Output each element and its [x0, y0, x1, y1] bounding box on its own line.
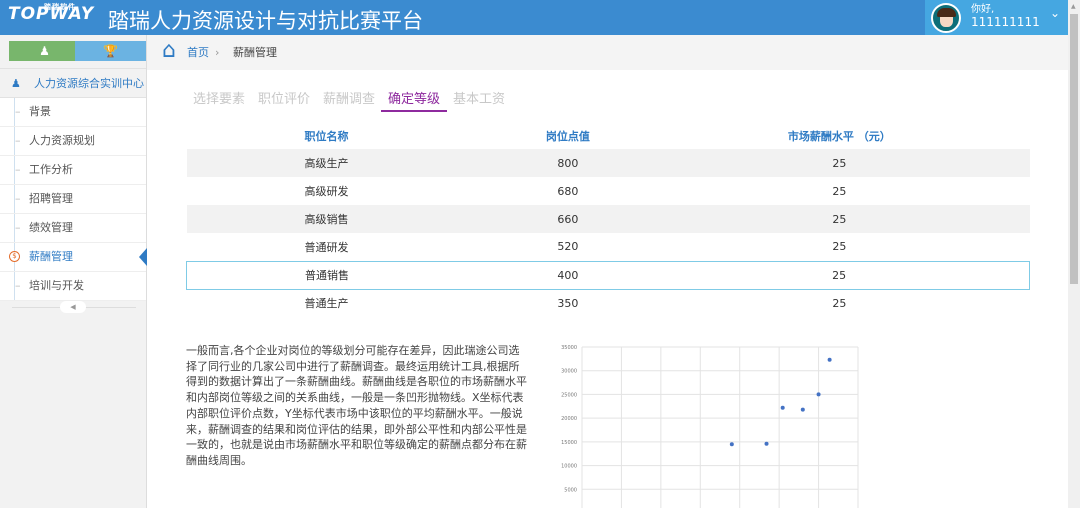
- collapse-arrow-icon[interactable]: ◀: [60, 301, 86, 313]
- chevron-down-icon[interactable]: ⌄: [1050, 6, 1060, 20]
- sidebar-item-label: 绩效管理: [29, 221, 73, 234]
- market-salary-cell: 25: [649, 260, 1031, 290]
- points-cell: 520: [557, 240, 579, 254]
- data-point: [780, 405, 785, 410]
- table-row[interactable]: 高级生产 800 25: [186, 149, 1030, 177]
- y-tick-label: 5000: [564, 487, 577, 493]
- points-cell: 680: [557, 184, 579, 198]
- market-salary-cell: 25: [832, 184, 847, 198]
- active-caret-icon: [139, 248, 147, 266]
- top-header: 踏瑞软件 TOPWAY 踏瑞人力资源设计与对抗比赛平台 你好, 111111111 …: [0, 0, 1068, 35]
- avatar[interactable]: [931, 3, 961, 33]
- salary-scatter-chart: 35000 30000 25000 20000 15000 10000 5000: [561, 345, 859, 508]
- data-point: [729, 442, 734, 447]
- market-salary-cell: 25: [649, 205, 1030, 233]
- app-title: 踏瑞人力资源设计与对抗比赛平台: [108, 9, 423, 33]
- data-point: [816, 392, 821, 397]
- job-name-cell: 普通研发: [304, 240, 349, 254]
- job-name-cell: 高级销售: [186, 205, 487, 233]
- breadcrumb-home[interactable]: 首页: [187, 35, 209, 70]
- tab-determine-grade[interactable]: 确定等级: [381, 88, 448, 112]
- table-row[interactable]: 普通研发 520 25: [187, 233, 1030, 261]
- sidebar-item-label: 薪酬管理: [29, 250, 73, 263]
- sidebar-center-title[interactable]: ♟ 人力资源综合实训中心: [0, 68, 146, 98]
- sidebar-item-job-analysis[interactable]: – 工作分析: [0, 156, 146, 185]
- trophy-button[interactable]: 🏆: [75, 41, 146, 61]
- y-tick-label: 25000: [561, 392, 577, 398]
- user-id: 111111111: [971, 15, 1040, 29]
- y-tick-label: 30000: [561, 369, 577, 375]
- explanation-text: 一般而言,各个企业对岗位的等级划分可能存在差异，因此瑞途公司选择了同行业的几家公…: [186, 344, 527, 467]
- job-name-cell: 高级研发: [304, 185, 349, 198]
- trophy-icon: 🏆: [103, 44, 118, 58]
- table-row[interactable]: 高级研发 680 25: [187, 177, 1030, 205]
- col-header-points: 岗位点值: [545, 129, 590, 143]
- user-greeting[interactable]: 你好, 111111111: [971, 4, 1040, 28]
- grade-table: 职位名称 岗位点值 市场薪酬水平 （元） 高级生产 800 25 高级研发 680 25 高…: [186, 122, 1031, 317]
- points-cell: 660: [486, 205, 650, 233]
- y-tick-label: 10000: [561, 464, 577, 470]
- chevron-right-icon: ›: [215, 46, 220, 59]
- points-cell: 400: [486, 260, 650, 290]
- tab-select-factors[interactable]: 选择要素: [193, 88, 245, 112]
- col-header-market-salary: 市场薪酬水平 （元）: [787, 129, 891, 143]
- y-tick-label: 15000: [561, 440, 577, 446]
- table-row[interactable]: 普通生产 350 25: [187, 289, 1030, 317]
- table-row[interactable]: 高级销售 660 25: [186, 205, 1030, 233]
- market-salary-cell: 25: [832, 296, 847, 310]
- sidebar-item-label: 背景: [29, 105, 51, 118]
- market-salary-cell: 25: [832, 240, 847, 254]
- points-cell: 800: [486, 149, 650, 177]
- tab-base-salary[interactable]: 基本工资: [453, 88, 505, 112]
- scroll-thumb[interactable]: [1070, 14, 1078, 284]
- sidebar-item-recruitment[interactable]: – 招聘管理: [0, 185, 146, 214]
- sidebar-item-training[interactable]: – 培训与开发: [0, 272, 146, 301]
- sidebar-item-compensation[interactable]: $ 薪酬管理: [0, 243, 147, 272]
- page-scrollbar[interactable]: ▲: [1068, 0, 1080, 508]
- job-name-cell: 高级生产: [186, 149, 487, 177]
- points-cell: 350: [557, 296, 579, 310]
- user-center-button[interactable]: ♟: [9, 41, 80, 61]
- sidebar-menu: – 背景 – 人力资源规划 – 工作分析 – 招聘管理 – 绩效管理 $ 薪酬管理 – 培训与…: [0, 98, 147, 301]
- data-point: [800, 407, 805, 412]
- home-icon[interactable]: ⌂: [162, 37, 176, 65]
- sidebar-item-label: 人力资源规划: [29, 134, 95, 147]
- sidebar-collapse: ◀: [12, 301, 136, 313]
- person-icon: ♟: [11, 77, 21, 90]
- sidebar-item-performance[interactable]: – 绩效管理: [0, 214, 146, 243]
- breadcrumb: ⌂ 首页 › 薪酬管理: [147, 35, 1068, 70]
- sidebar-item-label: 招聘管理: [29, 192, 73, 205]
- sidebar-item-hr-planning[interactable]: – 人力资源规划: [0, 127, 146, 156]
- table-row[interactable]: 普通销售 400 25: [186, 260, 1031, 290]
- data-point: [827, 357, 832, 362]
- col-header-job-name: 职位名称: [304, 129, 349, 143]
- center-label: 人力资源综合实训中心: [34, 77, 144, 90]
- breadcrumb-current: 薪酬管理: [233, 46, 277, 59]
- y-tick-label: 35000: [561, 345, 577, 351]
- person-icon: ♟: [39, 44, 50, 58]
- market-salary-cell: 25: [649, 149, 1030, 177]
- sidebar-item-label: 培训与开发: [29, 279, 84, 292]
- job-name-cell: 普通销售: [186, 260, 487, 290]
- y-tick-label: 20000: [561, 416, 577, 422]
- data-point: [764, 441, 769, 446]
- sidebar-item-background[interactable]: – 背景: [0, 98, 146, 127]
- job-name-cell: 普通生产: [304, 297, 349, 311]
- logo-subtext: 踏瑞软件: [44, 3, 76, 11]
- tab-job-evaluation[interactable]: 职位评价: [258, 88, 310, 112]
- sidebar-item-label: 工作分析: [29, 163, 73, 176]
- dollar-icon: $: [9, 251, 20, 262]
- scroll-up-icon[interactable]: ▲: [1071, 3, 1076, 10]
- sidebar: ♟ 🏆 ♟ 人力资源综合实训中心 – 背景 – 人力资源规划 – 工作分析 – 招聘管理 …: [0, 35, 147, 508]
- tab-salary-survey[interactable]: 薪酬调查: [323, 88, 375, 112]
- topway-logo: 踏瑞软件 TOPWAY: [8, 3, 94, 24]
